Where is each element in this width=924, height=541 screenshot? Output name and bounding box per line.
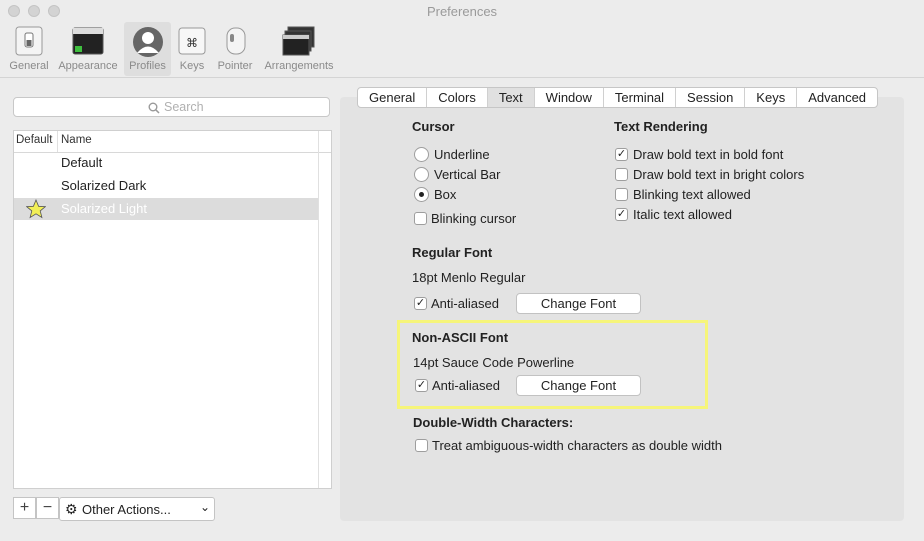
regular-change-font-button[interactable]: Change Font [516,293,641,314]
italic-text-checkbox[interactable]: ✓ [615,208,628,221]
other-actions-label: Other Actions... [82,502,171,517]
add-profile-button[interactable]: + [13,497,36,519]
profile-row-selected[interactable]: Solarized Light [14,198,318,220]
cursor-underline-label[interactable]: Underline [434,147,490,162]
blinking-cursor-label[interactable]: Blinking cursor [431,211,516,226]
command-key-icon: ⌘ [178,27,206,55]
regular-anti-aliased-checkbox[interactable]: ✓ [414,297,427,310]
non-ascii-anti-aliased-label[interactable]: Anti-aliased [432,378,500,393]
bold-font-checkbox[interactable]: ✓ [615,148,628,161]
double-width-label[interactable]: Treat ambiguous-width characters as doub… [432,438,722,453]
italic-text-label[interactable]: Italic text allowed [633,207,732,222]
tab-advanced[interactable]: Advanced [797,88,877,107]
toolbar-divider [0,77,924,78]
regular-anti-aliased-label[interactable]: Anti-aliased [431,296,499,311]
radio-selected-dot [419,192,424,197]
tab-window[interactable]: Window [535,88,604,107]
tab-session[interactable]: Session [676,88,746,107]
cursor-heading: Cursor [412,119,455,134]
profile-name: Default [61,155,103,170]
toolbar-appearance[interactable]: Appearance [55,22,121,76]
toolbar-profiles[interactable]: Profiles [124,22,171,76]
default-star-icon [26,199,46,219]
toolbar-general[interactable]: General [5,22,53,76]
toolbar-label: Keys [179,60,205,72]
cursor-vertical-bar-radio[interactable] [414,167,429,182]
profile-row[interactable]: Solarized Dark [14,175,318,197]
window-title: Preferences [426,4,498,19]
mouse-icon [226,27,246,55]
tab-terminal[interactable]: Terminal [604,88,677,107]
double-width-checkbox[interactable] [415,439,428,452]
text-rendering-heading: Text Rendering [614,119,708,134]
svg-text:⌘: ⌘ [186,36,198,50]
profile-icon [132,27,163,57]
blinking-text-checkbox[interactable] [615,188,628,201]
non-ascii-font-heading: Non-ASCII Font [412,330,509,345]
profile-list[interactable]: Default Name Default Solarized Dark Sola… [13,130,332,489]
toolbar-label: Pointer [217,60,253,72]
windows-stack-icon [282,26,315,56]
regular-font-name: 18pt Menlo Regular [412,270,526,285]
toolbar-keys[interactable]: ⌘ Keys [174,22,210,76]
chevron-down-icon: ⌄ [199,500,210,514]
other-actions-menu[interactable]: ⚙ Other Actions... ⌄ [59,497,215,521]
toolbar-label: Arrangements [264,60,334,72]
blinking-text-label[interactable]: Blinking text allowed [633,187,751,202]
profile-tabs: General Colors Text Window Terminal Sess… [357,87,879,108]
search-icon [148,102,160,114]
tab-colors[interactable]: Colors [427,88,488,107]
search-placeholder: Search [164,100,204,114]
profile-search-input[interactable]: Search [13,97,330,117]
bright-colors-label[interactable]: Draw bold text in bright colors [633,167,804,182]
profile-name: Solarized Light [61,201,147,216]
bold-font-label[interactable]: Draw bold text in bold font [633,147,783,162]
bright-colors-checkbox[interactable] [615,168,628,181]
tab-general[interactable]: General [358,88,428,107]
double-width-heading: Double-Width Characters: [413,415,574,430]
cursor-vertical-bar-label[interactable]: Vertical Bar [434,167,500,182]
profile-list-header: Default Name [14,131,331,153]
cursor-underline-radio[interactable] [414,147,429,162]
column-header-name[interactable]: Name [61,134,92,146]
toolbar-label: Profiles [129,60,166,72]
non-ascii-anti-aliased-checkbox[interactable]: ✓ [415,379,428,392]
cursor-box-label[interactable]: Box [434,187,456,202]
profile-name: Solarized Dark [61,178,147,193]
cursor-box-radio[interactable] [414,187,429,202]
window-icon [72,27,104,55]
non-ascii-change-font-button[interactable]: Change Font [516,375,641,396]
blinking-cursor-checkbox[interactable] [414,212,427,225]
column-header-default[interactable]: Default [16,134,52,146]
tab-keys[interactable]: Keys [745,88,798,107]
column-divider [318,131,319,488]
non-ascii-font-name: 14pt Sauce Code Powerline [413,355,575,370]
gear-icon: ⚙ [65,501,78,517]
profile-row[interactable]: Default [14,152,318,174]
toolbar-arrangements[interactable]: Arrangements [260,22,338,76]
switch-icon [15,26,43,56]
remove-profile-button[interactable]: − [36,497,59,519]
regular-font-heading: Regular Font [412,245,493,260]
toolbar-label: General [9,60,49,72]
tab-text[interactable]: Text [487,88,535,107]
column-divider [57,131,58,152]
toolbar-label: Appearance [58,60,118,72]
toolbar-pointer[interactable]: Pointer [212,22,258,76]
